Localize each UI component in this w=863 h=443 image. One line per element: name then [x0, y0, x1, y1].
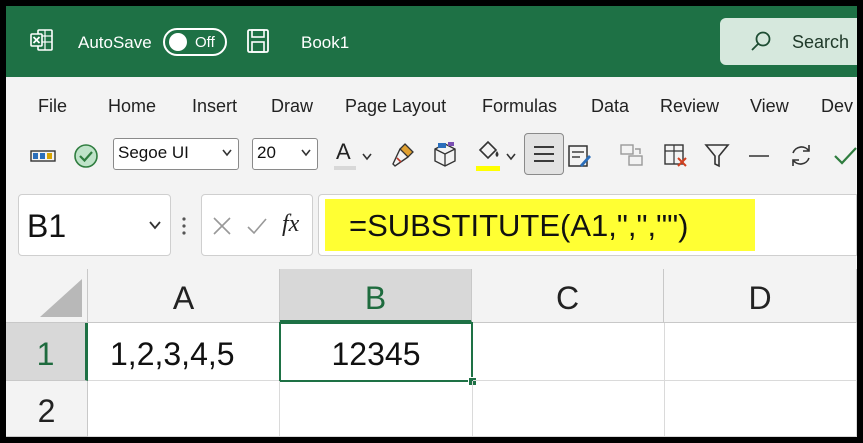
cancel-icon[interactable] [212, 216, 232, 236]
checkmark-icon[interactable] [832, 140, 857, 170]
autosave-toggle[interactable]: Off [163, 28, 227, 56]
more-options-icon[interactable] [182, 216, 186, 236]
tab-file[interactable]: File [38, 96, 67, 117]
excel-window: AutoSave Off Book1 Search File Home Inse… [6, 6, 857, 437]
title-bar: AutoSave Off Book1 Search [6, 6, 857, 77]
filter-icon[interactable] [703, 140, 731, 170]
tab-data[interactable]: Data [591, 96, 629, 117]
fill-color-button[interactable] [476, 137, 516, 173]
chevron-down-icon [506, 153, 516, 161]
cell-b2[interactable] [280, 381, 473, 437]
search-label: Search [792, 32, 850, 52]
font-name-value: Segoe UI [118, 143, 189, 162]
tab-formulas[interactable]: Formulas [482, 96, 557, 117]
cell-a1[interactable]: 1,2,3,4,5 [88, 323, 280, 381]
cell-b1[interactable]: 12345 [279, 322, 473, 382]
cell-c2[interactable] [473, 381, 665, 437]
chevron-down-icon[interactable] [149, 221, 161, 230]
cell-c1[interactable] [473, 323, 665, 381]
cell-styles-icon[interactable] [30, 141, 56, 171]
font-size-select[interactable]: 20 [252, 138, 318, 170]
save-icon[interactable] [246, 28, 270, 54]
name-box-value: B1 [27, 208, 67, 244]
row-header-1[interactable]: 1 [6, 323, 88, 381]
tab-review[interactable]: Review [660, 96, 719, 117]
align-center-icon [534, 146, 554, 162]
refresh-icon[interactable] [787, 140, 815, 170]
column-header-c[interactable]: C [472, 269, 664, 323]
search-icon [751, 31, 771, 51]
search-box[interactable]: Search [720, 18, 857, 65]
minus-icon[interactable] [746, 140, 772, 170]
column-header-d[interactable]: D [664, 269, 857, 323]
tab-view[interactable]: View [750, 96, 789, 117]
align-center-button[interactable] [524, 133, 564, 175]
formula-text: =SUBSTITUTE(A1,",","") [349, 208, 689, 243]
column-header-b[interactable]: B [280, 269, 472, 323]
insert-function-icon[interactable]: fx [282, 211, 299, 238]
tab-insert[interactable]: Insert [192, 96, 237, 117]
merge-icon[interactable] [618, 140, 646, 170]
font-color-button[interactable]: A [334, 137, 374, 173]
tab-draw[interactable]: Draw [271, 96, 313, 117]
toggle-knob [169, 33, 187, 51]
fill-color-icon [478, 140, 499, 160]
tab-page-layout[interactable]: Page Layout [345, 96, 446, 117]
chevron-down-icon [222, 149, 232, 157]
font-color-glyph: A [336, 139, 351, 164]
form-icon[interactable] [566, 141, 592, 171]
3d-box-icon[interactable] [431, 139, 459, 169]
enter-check-icon[interactable] [246, 216, 268, 236]
row-header-2[interactable]: 2 [6, 381, 88, 437]
cell-d2[interactable] [665, 381, 857, 437]
autosave-state: Off [195, 34, 215, 51]
accessibility-icon[interactable] [72, 141, 100, 171]
cell-a2[interactable] [88, 381, 280, 437]
select-all-corner[interactable] [6, 269, 88, 323]
chevron-down-icon [301, 149, 311, 157]
worksheet-grid: A B C D 1 2 1,2,3,4,5 12345 [6, 269, 857, 437]
format-painter-icon[interactable] [389, 140, 417, 170]
document-title: Book1 [301, 33, 350, 52]
font-size-value: 20 [257, 143, 276, 162]
chevron-down-icon [362, 153, 372, 161]
tab-developer[interactable]: Dev [821, 96, 853, 117]
column-header-a[interactable]: A [88, 269, 280, 323]
name-box[interactable]: B1 [18, 194, 171, 256]
autosave-label: AutoSave [78, 33, 152, 52]
formula-input[interactable]: =SUBSTITUTE(A1,",","") [318, 194, 857, 256]
select-all-triangle-icon [40, 279, 82, 317]
ribbon-tabs: File Home Insert Draw Page Layout Formul… [6, 77, 857, 129]
font-name-select[interactable]: Segoe UI [113, 138, 239, 170]
fill-color-bar [476, 166, 500, 171]
excel-icon[interactable] [30, 28, 54, 52]
cell-d1[interactable] [665, 323, 857, 381]
formula-buttons: fx [201, 194, 313, 256]
clear-format-icon[interactable] [662, 140, 690, 170]
tab-home[interactable]: Home [108, 96, 156, 117]
font-color-bar [334, 166, 356, 170]
